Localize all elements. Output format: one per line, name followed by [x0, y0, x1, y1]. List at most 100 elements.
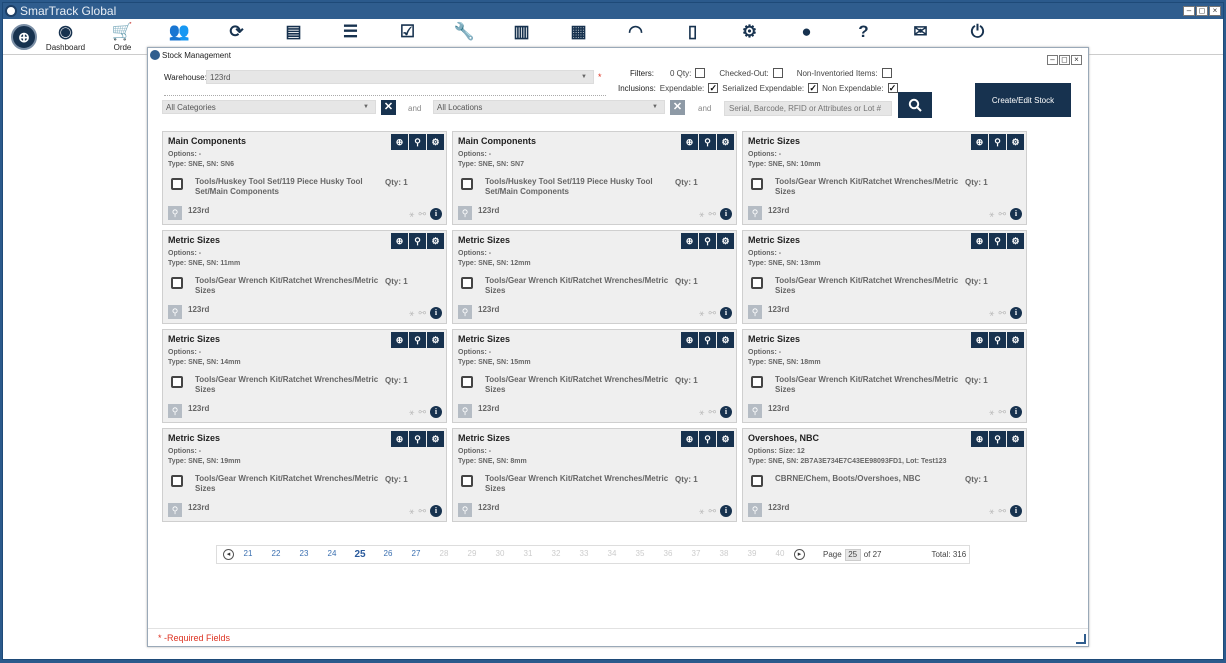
map-pin-icon[interactable]: ⚲	[989, 332, 1006, 348]
toolbar-item-user[interactable]: ●	[778, 19, 835, 43]
map-pin-icon[interactable]: ⚲	[989, 134, 1006, 150]
minimize-button[interactable]: –	[1183, 6, 1195, 16]
toolbar-item-checklist[interactable]: ☑	[379, 19, 436, 43]
toolbar-item-wrench[interactable]: 🔧	[436, 19, 493, 43]
info-icon[interactable]: i	[720, 505, 732, 517]
filter-checked-out-checkbox[interactable]	[772, 68, 783, 78]
info-icon[interactable]: i	[1010, 208, 1022, 220]
info-icon[interactable]: i	[1010, 505, 1022, 517]
gear-icon[interactable]: ⚙	[717, 233, 734, 249]
zoom-in-icon[interactable]: ⊕	[971, 134, 988, 150]
toolbar-item-settings[interactable]: ⚙	[721, 19, 778, 43]
create-edit-stock-button[interactable]: Create/Edit Stock	[975, 83, 1071, 117]
gear-icon[interactable]: ⚙	[427, 134, 444, 150]
box-icon	[751, 178, 763, 190]
page-link-23[interactable]: 23	[290, 549, 318, 560]
dialog-maximize-button[interactable]: ◻	[1059, 55, 1070, 65]
info-icon[interactable]: i	[1010, 406, 1022, 418]
clear-category-button[interactable]: ✕	[381, 100, 396, 115]
item-path: Tools/Gear Wrench Kit/Ratchet Wrenches/M…	[485, 474, 669, 493]
gear-icon[interactable]: ⚙	[427, 431, 444, 447]
map-pin-icon[interactable]: ⚲	[409, 134, 426, 150]
pager-next-button[interactable]: ▸	[794, 549, 805, 560]
toolbar-item-users[interactable]: 👥	[151, 19, 208, 43]
inc-serialized-checkbox[interactable]: ✓	[808, 83, 819, 93]
toolbar-item-calendar[interactable]: ▦	[550, 19, 607, 43]
zoom-in-icon[interactable]: ⊕	[391, 134, 408, 150]
toolbar-item-power[interactable]: ⏻	[949, 19, 1006, 43]
close-button[interactable]: ×	[1209, 6, 1221, 16]
zoom-in-icon[interactable]: ⊕	[681, 332, 698, 348]
zoom-in-icon[interactable]: ⊕	[971, 332, 988, 348]
map-pin-icon[interactable]: ⚲	[699, 134, 716, 150]
info-icon[interactable]: i	[720, 307, 732, 319]
search-button[interactable]	[898, 92, 932, 118]
toolbar-item-mail[interactable]: ✉	[892, 19, 949, 43]
gear-icon[interactable]: ⚙	[1007, 431, 1024, 447]
toolbar-item-cart[interactable]: 🛒 Orde	[94, 19, 151, 52]
toolbar-item-dashboard[interactable]: ◉ Dashboard	[37, 19, 94, 52]
map-pin-icon[interactable]: ⚲	[699, 332, 716, 348]
toolbar-item-list[interactable]: ☰	[322, 19, 379, 43]
warehouse-select[interactable]: 123rd ▼	[206, 70, 594, 84]
gear-icon[interactable]: ⚙	[1007, 233, 1024, 249]
filter-zero-qty-checkbox[interactable]	[695, 68, 706, 78]
gear-icon[interactable]: ⚙	[1007, 134, 1024, 150]
map-pin-icon[interactable]: ⚲	[699, 431, 716, 447]
info-icon[interactable]: i	[430, 307, 442, 319]
toolbar-item-mobile[interactable]: ▯	[664, 19, 721, 43]
page-link-27[interactable]: 27	[402, 549, 430, 560]
toolbar-item-rss[interactable]: ◠	[607, 19, 664, 43]
zoom-in-icon[interactable]: ⊕	[971, 431, 988, 447]
info-icon[interactable]: i	[720, 208, 732, 220]
info-icon[interactable]: i	[430, 406, 442, 418]
gear-icon[interactable]: ⚙	[427, 332, 444, 348]
page-link-25[interactable]: 25	[346, 549, 374, 560]
toolbar-item-help[interactable]: ?	[835, 19, 892, 43]
info-icon[interactable]: i	[1010, 307, 1022, 319]
dialog-minimize-button[interactable]: –	[1047, 55, 1058, 65]
page-link-24[interactable]: 24	[318, 549, 346, 560]
gear-icon[interactable]: ⚙	[427, 233, 444, 249]
map-pin-icon[interactable]: ⚲	[409, 431, 426, 447]
zoom-in-icon[interactable]: ⊕	[971, 233, 988, 249]
info-icon[interactable]: i	[430, 505, 442, 517]
toolbar-item-refresh[interactable]: ⟳	[208, 19, 265, 43]
resize-grip[interactable]	[1076, 634, 1086, 644]
page-link-30: 30	[495, 549, 505, 558]
dialog-close-button[interactable]: ×	[1071, 55, 1082, 65]
page-link-26[interactable]: 26	[374, 549, 402, 560]
zoom-in-icon[interactable]: ⊕	[391, 332, 408, 348]
zoom-in-icon[interactable]: ⊕	[391, 233, 408, 249]
zoom-in-icon[interactable]: ⊕	[681, 134, 698, 150]
page-link-21[interactable]: 21	[234, 549, 262, 560]
toolbar-item-chart[interactable]: ▥	[493, 19, 550, 43]
toolbar-item-documents[interactable]: ▤	[265, 19, 322, 43]
page-input[interactable]: 25	[844, 548, 861, 561]
map-pin-icon[interactable]: ⚲	[409, 233, 426, 249]
maximize-button[interactable]: ◻	[1196, 6, 1208, 16]
gear-icon[interactable]: ⚙	[717, 332, 734, 348]
zoom-in-icon[interactable]: ⊕	[681, 233, 698, 249]
location-select[interactable]: All Locations ▼	[433, 100, 665, 114]
inc-non-expendable-checkbox[interactable]: ✓	[887, 83, 898, 93]
inc-expendable-checkbox[interactable]: ✓	[708, 83, 719, 93]
map-pin-icon[interactable]: ⚲	[699, 233, 716, 249]
map-pin-icon[interactable]: ⚲	[989, 233, 1006, 249]
map-pin-icon[interactable]: ⚲	[989, 431, 1006, 447]
page-link-22[interactable]: 22	[262, 549, 290, 560]
gear-icon[interactable]: ⚙	[1007, 332, 1024, 348]
gear-icon[interactable]: ⚙	[717, 431, 734, 447]
pager-prev-button[interactable]: ◂	[223, 549, 234, 560]
stock-card: Metric Sizes ⊕ ⚲ ⚙ Options: - Type: SNE, SN: …	[742, 329, 1027, 423]
zoom-in-icon[interactable]: ⊕	[391, 431, 408, 447]
search-input[interactable]	[724, 101, 892, 116]
zoom-in-icon[interactable]: ⊕	[681, 431, 698, 447]
clear-location-button[interactable]: ✕	[670, 100, 685, 115]
info-icon[interactable]: i	[720, 406, 732, 418]
info-icon[interactable]: i	[430, 208, 442, 220]
map-pin-icon[interactable]: ⚲	[409, 332, 426, 348]
filter-non-inventoried-checkbox[interactable]	[881, 68, 892, 78]
gear-icon[interactable]: ⚙	[717, 134, 734, 150]
category-select[interactable]: All Categories ▼	[162, 100, 376, 114]
